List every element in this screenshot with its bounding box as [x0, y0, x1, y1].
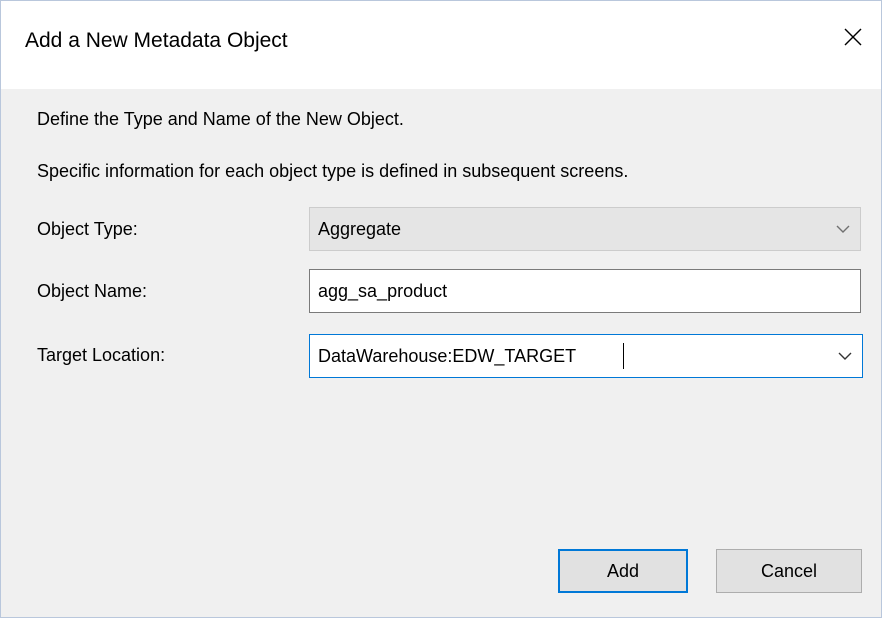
object-name-label: Object Name: — [37, 281, 148, 301]
close-icon — [844, 28, 862, 46]
cancel-button[interactable]: Cancel — [716, 549, 862, 593]
object-name-input[interactable]: agg_sa_product — [309, 269, 861, 313]
target-location-value: DataWarehouse:EDW_TARGET — [318, 346, 577, 366]
target-location-label: Target Location: — [37, 345, 166, 365]
dialog-title: Add a New Metadata Object — [25, 29, 288, 52]
target-location-select[interactable]: DataWarehouse:EDW_TARGET — [309, 334, 863, 378]
intro-text-type-name: Define the Type and Name of the New Obje… — [37, 109, 404, 129]
text-caret — [623, 343, 624, 369]
add-button[interactable]: Add — [558, 549, 688, 593]
add-metadata-object-dialog: Add a New Metadata Object Define the Typ… — [0, 0, 882, 618]
title-bar: Add a New Metadata Object — [1, 1, 881, 89]
object-type-label: Object Type: — [37, 219, 138, 239]
intro-text-subsequent-screens: Specific information for each object typ… — [37, 161, 629, 181]
chevron-down-icon[interactable] — [838, 349, 852, 363]
chevron-down-icon — [836, 225, 850, 233]
close-button[interactable] — [833, 17, 873, 57]
object-name-value: agg_sa_product — [318, 281, 448, 301]
object-type-select: Aggregate — [309, 207, 861, 251]
object-type-value: Aggregate — [318, 219, 402, 239]
